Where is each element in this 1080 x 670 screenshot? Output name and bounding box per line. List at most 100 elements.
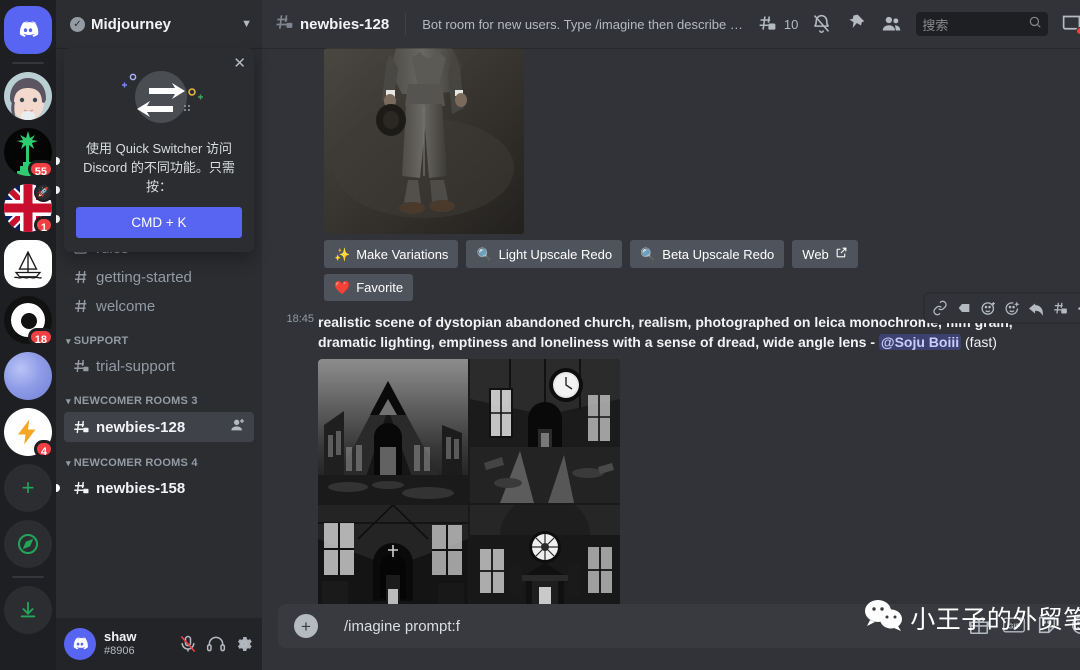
unread-indicator — [56, 484, 60, 492]
channel-label: newbies-158 — [96, 480, 246, 497]
message-prompt-row: 18:45 — [318, 309, 1080, 604]
explore-servers-button[interactable] — [4, 520, 52, 568]
server-midjourney[interactable] — [4, 240, 52, 288]
external-link-icon — [835, 246, 848, 262]
server-discord-home[interactable] — [4, 6, 52, 54]
create-thread-icon[interactable] — [1049, 297, 1071, 319]
sticker-icon[interactable] — [1036, 614, 1060, 638]
message-composer[interactable]: + /imagine prompt:f GIF — [278, 604, 1080, 648]
rail-divider — [12, 62, 44, 64]
reply-icon[interactable] — [1025, 297, 1047, 319]
attachment-image-suit[interactable] — [324, 48, 524, 234]
chevron-down-icon: ▾ — [66, 336, 71, 347]
download-apps-button[interactable] — [4, 586, 52, 634]
tag-icon[interactable] — [953, 297, 975, 319]
message-hover-toolbar — [924, 293, 1080, 323]
channel-getting-started[interactable]: getting-started — [64, 263, 254, 291]
gif-icon[interactable]: GIF — [1002, 614, 1026, 638]
add-server-button[interactable]: + — [4, 464, 52, 512]
favorite-button[interactable]: ❤️ Favorite — [324, 274, 413, 301]
server-statue[interactable]: 55 — [4, 128, 52, 176]
channel-label: welcome — [96, 298, 246, 315]
unread-indicator — [56, 157, 60, 165]
add-reaction-icon[interactable] — [977, 297, 999, 319]
compass-icon — [4, 520, 52, 568]
message-list[interactable]: ✨ Make Variations 🔍 Light Upscale Redo 🔍… — [262, 48, 1080, 604]
message-input[interactable]: /imagine prompt:f — [344, 618, 958, 635]
guild-header[interactable]: ✓ Midjourney ▼ — [56, 0, 262, 48]
headphones-icon[interactable] — [206, 634, 226, 654]
user-panel: shaw #8906 — [56, 618, 262, 670]
light-upscale-redo-button[interactable]: 🔍 Light Upscale Redo — [466, 240, 622, 268]
pin-icon[interactable] — [846, 13, 868, 35]
topbar-channel[interactable]: newbies-128 — [274, 12, 389, 37]
category-newcomer-rooms-3[interactable]: ▾ NEWCOMER ROOMS 3 — [56, 381, 262, 411]
chevron-down-icon: ▼ — [241, 18, 252, 30]
grid-image-3[interactable] — [318, 505, 468, 604]
category-newcomer-rooms-4[interactable]: ▾ NEWCOMER ROOMS 4 — [56, 443, 262, 473]
server-badge: 55 — [28, 160, 54, 178]
search-input[interactable]: 搜索 — [916, 12, 1048, 36]
server-blue-gradient[interactable] — [4, 352, 52, 400]
web-button[interactable]: Web — [792, 240, 858, 268]
channel-sidebar: ✓ Midjourney ▼ 🌐 公开 添加你的协组 ▾ INFO — [56, 0, 262, 670]
server-badge: 1 — [34, 216, 54, 234]
channel-welcome[interactable]: welcome — [64, 292, 254, 320]
main-content: newbies-128 Bot room for new users. Type… — [262, 0, 1080, 670]
avatar[interactable] — [64, 628, 96, 660]
threads-icon[interactable] — [757, 13, 779, 35]
server-lightning[interactable]: 4 — [4, 408, 52, 456]
add-member-icon[interactable] — [230, 417, 246, 437]
members-icon[interactable] — [881, 13, 903, 35]
beta-upscale-redo-button[interactable]: 🔍 Beta Upscale Redo — [630, 240, 784, 268]
category-support[interactable]: ▾ SUPPORT — [56, 321, 262, 351]
upload-attachment-icon[interactable]: + — [294, 614, 318, 638]
gear-icon[interactable] — [234, 634, 254, 654]
grid-image-1[interactable] — [318, 359, 468, 503]
notification-muted-icon[interactable] — [811, 13, 833, 35]
inbox-unread-dot — [1076, 27, 1080, 35]
guild-name: Midjourney — [91, 16, 235, 33]
super-reaction-icon[interactable] — [1001, 297, 1023, 319]
plus-icon: + — [4, 464, 52, 512]
channel-newbies-158[interactable]: newbies-158 — [64, 474, 254, 502]
quick-switcher-shortcut-button[interactable]: CMD + K — [76, 207, 242, 238]
user-info[interactable]: shaw #8906 — [104, 630, 170, 657]
discord-logo-icon — [4, 6, 52, 54]
chevron-down-icon: ▾ — [66, 458, 71, 469]
make-variations-button[interactable]: ✨ Make Variations — [324, 240, 458, 268]
search-icon — [1028, 15, 1042, 34]
channel-title: newbies-128 — [300, 16, 389, 33]
channel-label: trial-support — [96, 358, 246, 375]
rail-divider-2 — [12, 576, 44, 578]
sparkles-icon: ✨ — [334, 248, 350, 261]
server-ring[interactable]: 18 — [4, 296, 52, 344]
button-label: Light Upscale Redo — [499, 247, 612, 262]
grid-image-4[interactable] — [470, 505, 620, 604]
attachment-image-grid[interactable] — [318, 359, 620, 604]
server-uk-flag[interactable]: 🚀 1 — [4, 184, 52, 232]
channel-topic[interactable]: Bot room for new users. Type /imagine th… — [422, 17, 749, 32]
hash-lock-icon — [72, 479, 90, 497]
channel-label: getting-started — [96, 269, 246, 286]
gift-icon[interactable] — [968, 614, 992, 638]
hash-lock-icon — [274, 12, 294, 37]
link-icon[interactable] — [929, 297, 951, 319]
topbar-icons: 10 — [757, 12, 1080, 36]
more-options-icon[interactable] — [1073, 297, 1080, 319]
inbox-icon[interactable] — [1061, 13, 1080, 35]
server-anime-avatar[interactable] — [4, 72, 52, 120]
thread-count: 10 — [784, 17, 798, 32]
channel-newbies-128[interactable]: newbies-128 — [64, 412, 254, 442]
close-icon[interactable]: ✕ — [233, 56, 246, 71]
category-label: NEWCOMER ROOMS 3 — [74, 395, 198, 407]
user-mention[interactable]: @Soju Boiii — [879, 334, 961, 350]
button-label: Favorite — [356, 280, 403, 295]
download-icon — [4, 586, 52, 634]
channel-trial-support[interactable]: trial-support — [64, 352, 254, 380]
grid-image-2[interactable] — [470, 359, 620, 503]
server-badge: 4 — [34, 440, 54, 458]
microphone-muted-icon[interactable] — [178, 634, 198, 654]
hash-icon — [72, 297, 90, 315]
emoji-icon[interactable] — [1070, 614, 1080, 638]
